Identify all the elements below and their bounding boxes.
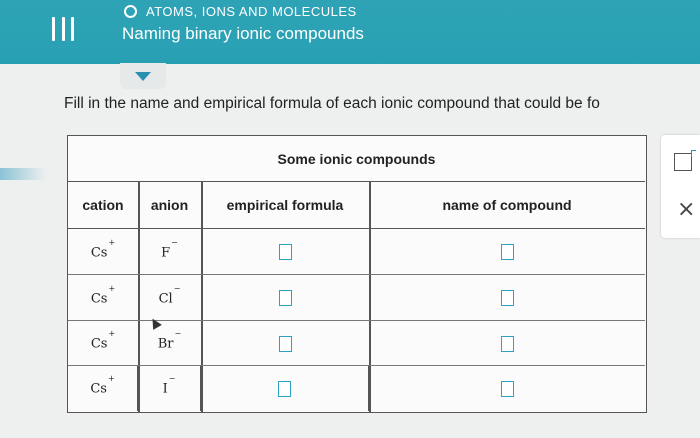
menu-button[interactable] — [52, 17, 74, 41]
cation-ion: Cs+ — [90, 374, 115, 397]
name-cell — [369, 229, 645, 275]
name-cell — [369, 321, 645, 366]
topic-row: ATOMS, IONS AND MOLECULES — [124, 4, 357, 19]
cation-ion: Cs+ — [90, 237, 116, 261]
cation-ion: Cs+ — [90, 283, 116, 307]
checkbox-icon[interactable] — [674, 150, 696, 171]
anion-cell: Cl− — [138, 275, 201, 321]
table-row: Cs+ Cl− — [68, 275, 645, 321]
formula-cell — [201, 275, 369, 321]
close-icon[interactable]: × — [677, 198, 700, 222]
formula-cell — [201, 321, 369, 366]
collapse-toggle[interactable] — [120, 63, 166, 89]
name-cell — [369, 366, 645, 411]
header-empirical-formula: empirical formula — [201, 182, 369, 229]
anion-ion: Br− — [157, 329, 182, 352]
chevron-down-icon — [135, 71, 151, 81]
header-anion: anion — [138, 182, 201, 229]
formula-cell — [201, 229, 369, 275]
formula-input[interactable] — [278, 335, 292, 352]
progress-circle-icon — [124, 5, 137, 18]
anion-ion: F− — [161, 237, 178, 261]
cation-cell: Cs+ — [68, 275, 138, 321]
menu-icon — [52, 17, 55, 41]
header-cation: cation — [68, 182, 138, 229]
left-edge-decoration — [0, 168, 46, 180]
anion-cell: Br− — [138, 321, 201, 366]
compound-name-input[interactable] — [500, 335, 514, 352]
topic-label: ATOMS, IONS AND MOLECULES — [146, 4, 357, 19]
ionic-compounds-table: Some ionic compounds cation anion empiri… — [67, 135, 647, 413]
table-row: Cs+ F− — [68, 229, 645, 275]
compound-name-input[interactable] — [500, 290, 514, 306]
name-cell — [369, 275, 645, 321]
cation-cell: Cs+ — [68, 366, 138, 411]
cation-cell: Cs+ — [68, 229, 138, 275]
formula-input[interactable] — [278, 244, 292, 260]
app-header: ATOMS, IONS AND MOLECULES Naming binary … — [0, 0, 700, 64]
formula-input[interactable] — [278, 290, 292, 306]
formula-input[interactable] — [278, 380, 291, 397]
instruction-text: Fill in the name and empirical formula o… — [64, 95, 600, 112]
table-row: Cs+ I− — [68, 366, 645, 411]
formula-cell — [201, 366, 369, 411]
anion-cell: I− — [138, 366, 201, 411]
anion-cell: F− — [138, 229, 201, 275]
cation-ion: Cs+ — [90, 329, 116, 352]
lesson-title: Naming binary ionic compounds — [122, 24, 364, 43]
compound-name-input[interactable] — [500, 244, 514, 260]
cation-cell: Cs+ — [68, 321, 138, 366]
table-title: Some ionic compounds — [68, 136, 645, 182]
header-name-of-compound: name of compound — [369, 182, 645, 229]
compound-name-input[interactable] — [500, 380, 514, 397]
side-tools-panel: × — [661, 135, 700, 238]
anion-ion: Cl− — [158, 283, 181, 307]
anion-ion: I− — [162, 374, 176, 397]
